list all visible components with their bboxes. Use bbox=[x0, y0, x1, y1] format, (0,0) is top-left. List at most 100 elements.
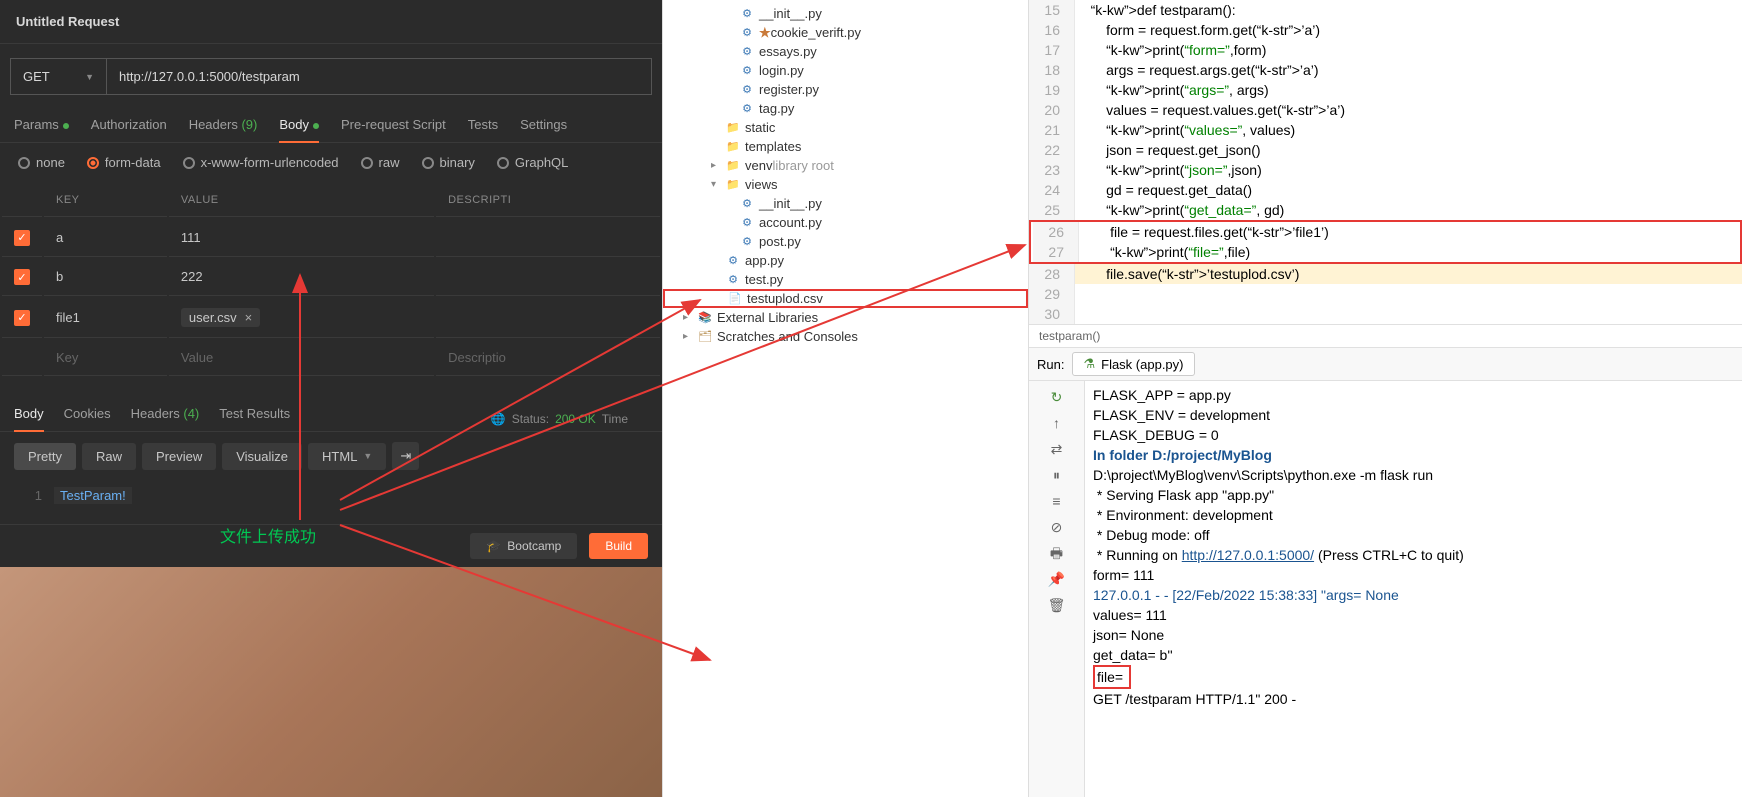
view-buttons: Pretty Raw Preview Visualize HTML▼ ⇥ bbox=[0, 432, 662, 480]
filter-icon[interactable]: ≡ bbox=[1048, 491, 1066, 509]
tree-item-venv[interactable]: ▸📁venv library root bbox=[663, 156, 1028, 175]
rerun-icon[interactable]: ↻ bbox=[1048, 387, 1066, 405]
editor-console-pane: 15 “k-kw”>def testparam():16 form = requ… bbox=[1029, 0, 1742, 797]
tree-item-views[interactable]: ▾📁views bbox=[663, 175, 1028, 194]
table-row-empty[interactable]: Key Value Descriptio bbox=[2, 340, 660, 376]
request-tabs: Params Authorization Headers (9) Body Pr… bbox=[0, 109, 662, 143]
response-body[interactable]: 1TestParam! bbox=[0, 480, 662, 512]
tab-settings[interactable]: Settings bbox=[520, 117, 567, 142]
tab-prerequest[interactable]: Pre-request Script bbox=[341, 117, 446, 142]
tree-item-testuplod-csv[interactable]: 📄testuplod.csv bbox=[663, 289, 1028, 308]
table-row[interactable]: ✓ file1 user.csv× bbox=[2, 298, 660, 338]
breadcrumb[interactable]: testparam() bbox=[1029, 324, 1742, 347]
radio-urlencoded[interactable]: x-www-form-urlencoded bbox=[183, 155, 339, 170]
method-label: GET bbox=[23, 69, 50, 84]
run-label: Run: bbox=[1037, 357, 1064, 372]
code-editor[interactable]: 15 “k-kw”>def testparam():16 form = requ… bbox=[1029, 0, 1742, 324]
response-meta: 🌐 Status: 200 OK Time bbox=[491, 406, 648, 431]
tree-item-tag-py[interactable]: ⚙tag.py bbox=[663, 99, 1028, 118]
py-icon: ⚙ bbox=[739, 215, 755, 231]
py-icon: ⚙ bbox=[739, 25, 755, 41]
tree-item-app-py[interactable]: ⚙app.py bbox=[663, 251, 1028, 270]
view-visualize[interactable]: Visualize bbox=[222, 443, 302, 470]
postman-pane: Untitled Request GET ▼ Params Authorizat… bbox=[0, 0, 662, 797]
tree-item-External-Libraries[interactable]: ▸📚External Libraries bbox=[663, 308, 1028, 327]
py-icon: ⚙ bbox=[739, 101, 755, 117]
py-icon: ⚙ bbox=[739, 63, 755, 79]
pause-icon[interactable]: ⏸ bbox=[1048, 465, 1066, 483]
tree-item-__init__-py[interactable]: ⚙__init__.py bbox=[663, 4, 1028, 23]
url-input[interactable] bbox=[107, 59, 651, 94]
body-type-row: none form-data x-www-form-urlencoded raw… bbox=[0, 143, 662, 182]
pin-icon[interactable]: 📌 bbox=[1048, 569, 1066, 587]
tree-item-__init__-py[interactable]: ⚙__init__.py bbox=[663, 194, 1028, 213]
resp-tab-cookies[interactable]: Cookies bbox=[64, 406, 111, 431]
checkbox-icon[interactable]: ✓ bbox=[14, 230, 30, 246]
py-icon: ⚙ bbox=[739, 6, 755, 22]
tree-item-login-py[interactable]: ⚙login.py bbox=[663, 61, 1028, 80]
run-tab-bar: Run: ⚗Flask (app.py) bbox=[1029, 347, 1742, 381]
tree-item-register-py[interactable]: ⚙register.py bbox=[663, 80, 1028, 99]
resp-tab-body[interactable]: Body bbox=[14, 406, 44, 431]
wrap-icon[interactable]: ⇥ bbox=[392, 442, 419, 470]
file-chip[interactable]: user.csv× bbox=[181, 308, 260, 327]
grad-cap-icon: 🎓 bbox=[486, 539, 501, 553]
checkbox-icon[interactable]: ✓ bbox=[14, 310, 30, 326]
radio-binary[interactable]: binary bbox=[422, 155, 475, 170]
tab-headers[interactable]: Headers (9) bbox=[189, 117, 258, 142]
tree-item-static[interactable]: 📁static bbox=[663, 118, 1028, 137]
py-icon: ⚙ bbox=[739, 196, 755, 212]
tree-item-essays-py[interactable]: ⚙essays.py bbox=[663, 42, 1028, 61]
dir-icon: 📁 bbox=[725, 120, 741, 136]
checkbox-icon[interactable]: ✓ bbox=[14, 269, 30, 285]
layout-icon[interactable]: ⇄ bbox=[1048, 439, 1066, 457]
py-icon: ⚙ bbox=[739, 82, 755, 98]
dir-icon: 📁 bbox=[725, 139, 741, 155]
tree-item-cookie_verift-py[interactable]: ⚙★cookie_verift.py bbox=[663, 23, 1028, 42]
up-icon[interactable]: ↑ bbox=[1048, 413, 1066, 431]
tree-item-templates[interactable]: 📁templates bbox=[663, 137, 1028, 156]
response-tabs: Body Cookies Headers (4) Test Results 🌐 … bbox=[0, 396, 662, 432]
view-pretty[interactable]: Pretty bbox=[14, 443, 76, 470]
build-button[interactable]: Build bbox=[589, 533, 648, 559]
print-icon[interactable]: 🖶 bbox=[1048, 543, 1066, 561]
radio-none[interactable]: none bbox=[18, 155, 65, 170]
tree-item-post-py[interactable]: ⚙post.py bbox=[663, 232, 1028, 251]
radio-raw[interactable]: raw bbox=[361, 155, 400, 170]
view-raw[interactable]: Raw bbox=[82, 443, 136, 470]
resp-tab-headers[interactable]: Headers (4) bbox=[131, 406, 200, 431]
tab-body[interactable]: Body bbox=[279, 117, 319, 142]
request-title[interactable]: Untitled Request bbox=[0, 0, 662, 44]
view-preview[interactable]: Preview bbox=[142, 443, 216, 470]
method-select[interactable]: GET ▼ bbox=[11, 59, 107, 94]
py-icon: ⚙ bbox=[725, 253, 741, 269]
col-key: KEY bbox=[44, 184, 167, 217]
resp-tab-testresults[interactable]: Test Results bbox=[219, 406, 290, 431]
tab-tests[interactable]: Tests bbox=[468, 117, 498, 142]
txt-icon: 📄 bbox=[727, 291, 743, 307]
globe-icon[interactable]: 🌐 bbox=[491, 412, 506, 426]
trash-icon[interactable]: 🗑 bbox=[1048, 595, 1066, 613]
bootcamp-button[interactable]: 🎓Bootcamp bbox=[470, 533, 577, 559]
stop-icon[interactable]: ⊘ bbox=[1048, 517, 1066, 535]
console-output[interactable]: FLASK_APP = app.pyFLASK_ENV = developmen… bbox=[1085, 381, 1742, 797]
tree-item-account-py[interactable]: ⚙account.py bbox=[663, 213, 1028, 232]
py-icon: ⚙ bbox=[739, 44, 755, 60]
radio-form-data[interactable]: form-data bbox=[87, 155, 161, 170]
url-bar: GET ▼ bbox=[10, 58, 652, 95]
tab-params[interactable]: Params bbox=[14, 117, 69, 142]
radio-graphql[interactable]: GraphQL bbox=[497, 155, 568, 170]
py-icon: ⚙ bbox=[725, 272, 741, 288]
chevron-down-icon: ▼ bbox=[85, 72, 94, 82]
run-config-tab[interactable]: ⚗Flask (app.py) bbox=[1072, 352, 1194, 376]
tab-authorization[interactable]: Authorization bbox=[91, 117, 167, 142]
tree-item-test-py[interactable]: ⚙test.py bbox=[663, 270, 1028, 289]
table-row[interactable]: ✓ b 222 bbox=[2, 259, 660, 297]
project-tree-pane: ⚙__init__.py⚙★cookie_verift.py⚙essays.py… bbox=[662, 0, 1029, 797]
scratch-icon: 🗂 bbox=[697, 329, 713, 345]
lang-select[interactable]: HTML▼ bbox=[308, 443, 386, 470]
tree-item-Scratches-and-Consoles[interactable]: ▸🗂Scratches and Consoles bbox=[663, 327, 1028, 346]
close-icon[interactable]: × bbox=[245, 310, 253, 325]
table-row[interactable]: ✓ a 111 bbox=[2, 219, 660, 257]
col-value: VALUE bbox=[169, 184, 434, 217]
